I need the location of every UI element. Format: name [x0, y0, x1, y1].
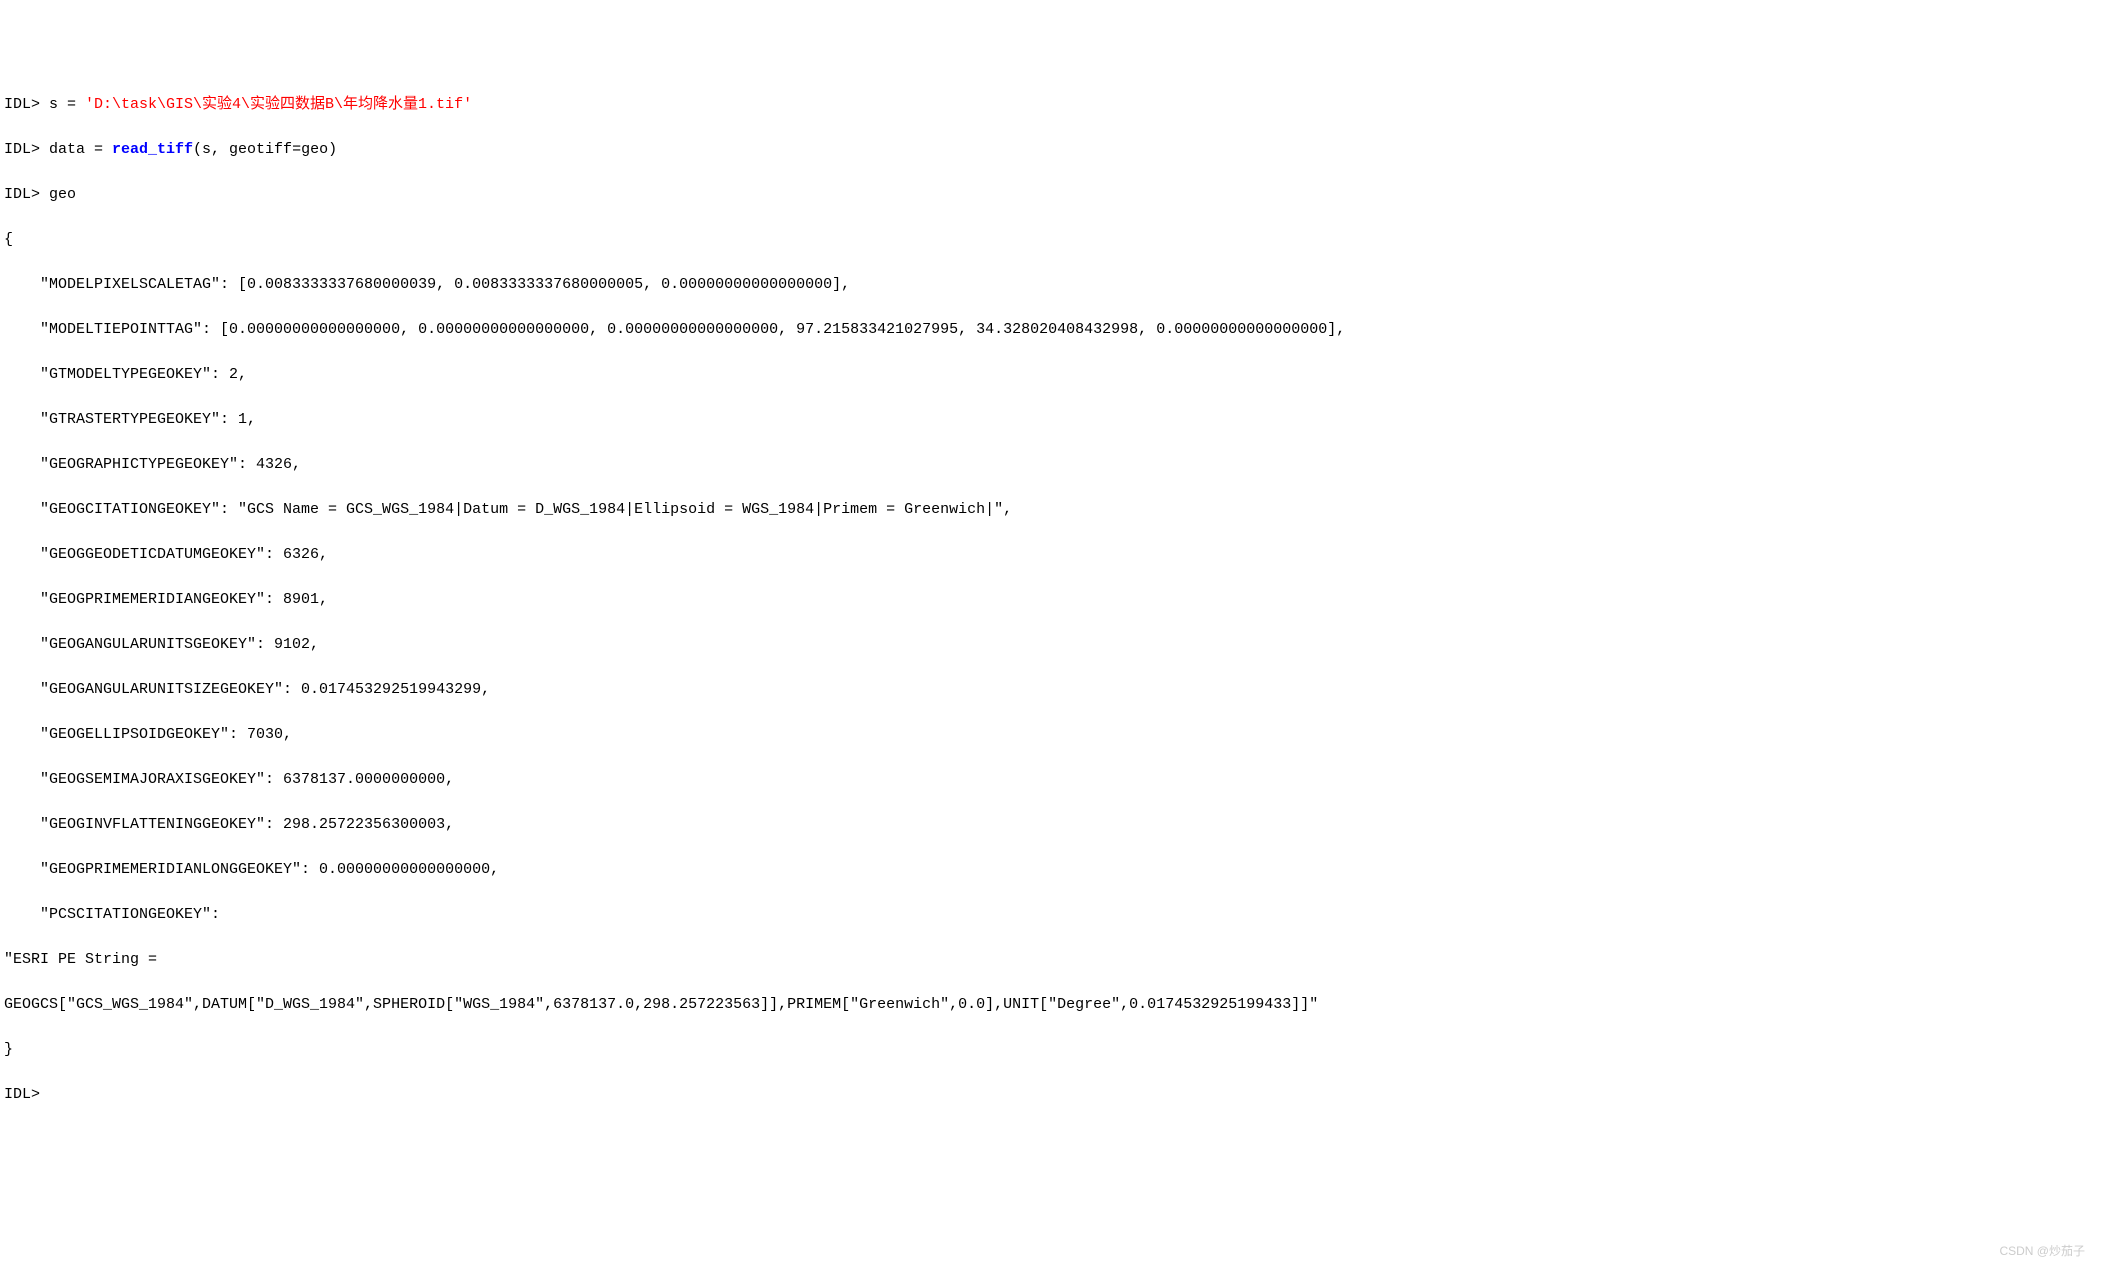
output-geogangularunitsizegeok: "GEOGANGULARUNITSIZEGEOKEY": 0.017453292… — [4, 679, 2097, 702]
function-call: read_tiff — [112, 141, 193, 158]
output-geogprimemeridiangeokey: "GEOGPRIMEMERIDIANGEOKEY": 8901, — [4, 589, 2097, 612]
output-geogcitationgeokey: "GEOGCITATIONGEOKEY": "GCS Name = GCS_WG… — [4, 499, 2097, 522]
console-line-3: IDL> geo — [4, 184, 2097, 207]
console-line-prompt[interactable]: IDL> — [4, 1084, 2097, 1107]
output-geogangularunitsgeokey: "GEOGANGULARUNITSGEOKEY": 9102, — [4, 634, 2097, 657]
code-text: (s, geotiff=geo) — [193, 141, 337, 158]
code-text: geo — [49, 186, 76, 203]
output-modelpixelscaletag: "MODELPIXELSCALETAG": [0.008333333768000… — [4, 274, 2097, 297]
output-gtrastertypegeokey: "GTRASTERTYPEGEOKEY": 1, — [4, 409, 2097, 432]
idl-prompt: IDL> — [4, 186, 49, 203]
idl-prompt: IDL> — [4, 141, 49, 158]
string-path: 'D:\task\GIS\实验4\实验四数据B\年均降水量1.tif' — [85, 96, 472, 113]
code-text: data = — [49, 141, 112, 158]
output-brace-open: { — [4, 229, 2097, 252]
output-geogsemimajoraxisgeokey: "GEOGSEMIMAJORAXISGEOKEY": 6378137.00000… — [4, 769, 2097, 792]
console-line-1: IDL> s = 'D:\task\GIS\实验4\实验四数据B\年均降水量1.… — [4, 94, 2097, 117]
idl-prompt: IDL> — [4, 96, 49, 113]
output-geographictypegeokey: "GEOGRAPHICTYPEGEOKEY": 4326, — [4, 454, 2097, 477]
output-geogprimemeridianlonggeokey: "GEOGPRIMEMERIDIANLONGGEOKEY": 0.0000000… — [4, 859, 2097, 882]
output-brace-close: } — [4, 1039, 2097, 1062]
assignment: s = — [49, 96, 85, 113]
output-pcscitationgeokey: "PCSCITATIONGEOKEY": — [4, 904, 2097, 927]
output-modeltiepointtag: "MODELTIEPOINTTAG": [0.00000000000000000… — [4, 319, 2097, 342]
output-esri-pe-string-2: GEOGCS["GCS_WGS_1984",DATUM["D_WGS_1984"… — [4, 994, 2097, 1017]
output-esri-pe-string-1: "ESRI PE String = — [4, 949, 2097, 972]
output-gtmodeltypegeokey: "GTMODELTYPEGEOKEY": 2, — [4, 364, 2097, 387]
console-line-2: IDL> data = read_tiff(s, geotiff=geo) — [4, 139, 2097, 162]
output-geoggeodeticdatumgeokey: "GEOGGEODETICDATUMGEOKEY": 6326, — [4, 544, 2097, 567]
output-geoginvflatteninggeokey: "GEOGINVFLATTENINGGEOKEY": 298.257223563… — [4, 814, 2097, 837]
watermark-text: CSDN @炒茄子 — [1999, 1242, 2085, 1260]
output-geogellipsoidgeokey: "GEOGELLIPSOIDGEOKEY": 7030, — [4, 724, 2097, 747]
idl-prompt[interactable]: IDL> — [4, 1084, 49, 1107]
